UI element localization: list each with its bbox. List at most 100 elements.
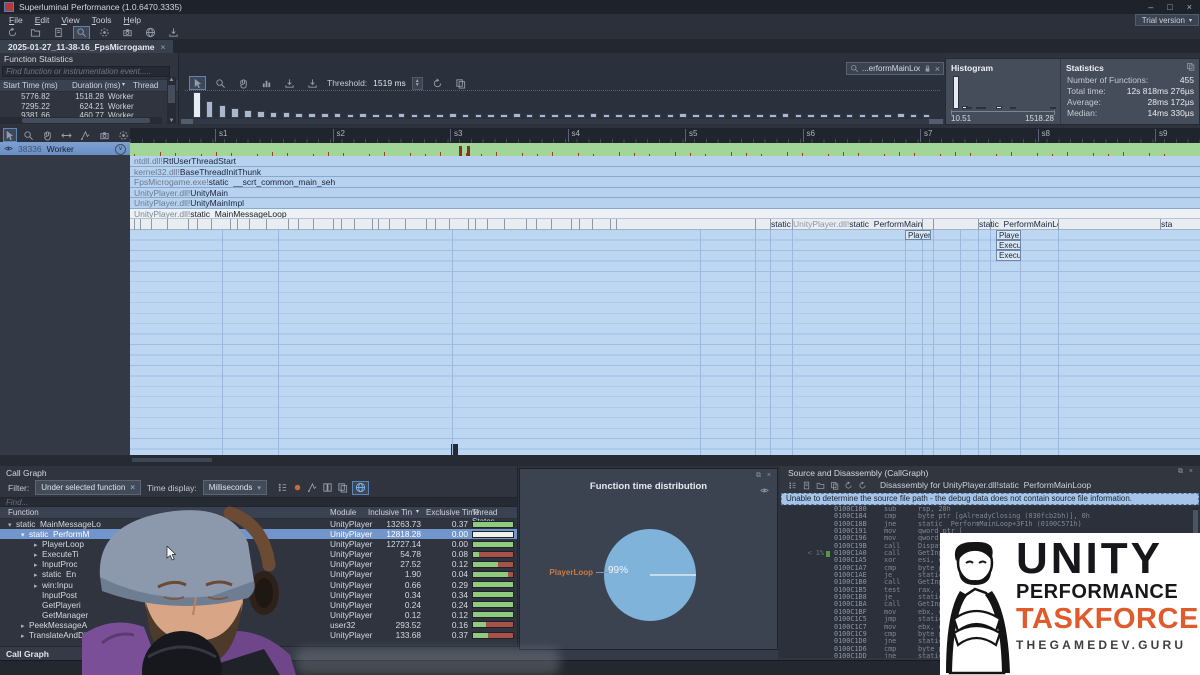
- menu-edit[interactable]: Edit: [29, 15, 56, 25]
- frame-segment[interactable]: [389, 219, 405, 230]
- histogram-bar[interactable]: [551, 114, 559, 118]
- record-icon[interactable]: [292, 482, 303, 493]
- timeline-cell[interactable]: Execu: [996, 240, 1021, 250]
- copy-icon[interactable]: [452, 76, 469, 90]
- zoom-tool-icon[interactable]: [73, 26, 90, 40]
- histogram-bar[interactable]: [654, 114, 662, 118]
- histogram-bar[interactable]: [782, 113, 790, 118]
- threshold-value[interactable]: 1519 ms: [373, 78, 406, 88]
- frame-segment[interactable]: [378, 219, 389, 230]
- eye-icon[interactable]: [760, 486, 769, 495]
- frame-segment[interactable]: [405, 219, 426, 230]
- copy-icon[interactable]: [1186, 62, 1195, 71]
- range-tool-icon[interactable]: [60, 128, 74, 142]
- time-display-dropdown[interactable]: Milliseconds ▾: [203, 480, 267, 495]
- export-icon[interactable]: [165, 26, 182, 40]
- globe-icon[interactable]: [352, 481, 369, 495]
- histogram-bar[interactable]: [500, 114, 508, 118]
- frame-segment[interactable]: [211, 219, 230, 230]
- frame-segment[interactable]: [435, 219, 449, 230]
- menu-view[interactable]: View: [55, 15, 85, 25]
- histogram-bar[interactable]: [436, 114, 444, 118]
- histogram-bar[interactable]: [769, 114, 777, 118]
- select-tool-icon[interactable]: [3, 128, 17, 142]
- zoom-tool-icon[interactable]: [212, 76, 229, 90]
- sort-icon[interactable]: [78, 128, 92, 142]
- stack-frame[interactable]: UnityPlayer.dll!UnityMainImpl: [130, 198, 1200, 209]
- screenshot-icon[interactable]: [119, 26, 136, 40]
- frame-segment[interactable]: [504, 219, 526, 230]
- column-duration[interactable]: Duration (ms): [72, 81, 120, 90]
- minimize-button[interactable]: –: [1148, 2, 1153, 12]
- frame-segment[interactable]: [571, 219, 579, 230]
- stack-frame[interactable]: UnityPlayer.dll!static MainMessageLoop: [130, 209, 1200, 220]
- frame-segment[interactable]: [449, 219, 468, 230]
- histogram-bar[interactable]: [372, 114, 380, 118]
- stack-frame[interactable]: UnityPlayer.dll!UnityMain: [130, 188, 1200, 199]
- histogram-bar[interactable]: [833, 114, 841, 118]
- stack-frame[interactable]: FpsMicrogame.exe!static __scrt_common_ma…: [130, 177, 1200, 188]
- flame-graph-icon[interactable]: [307, 482, 318, 493]
- frame-segment[interactable]: [579, 219, 592, 230]
- timeline-footer-scrollbar[interactable]: [130, 455, 1200, 466]
- histogram-bar[interactable]: [820, 114, 828, 118]
- frame-segment[interactable]: [475, 219, 487, 230]
- timeline-body[interactable]: PlayerPlayeExecuExecu: [130, 230, 1200, 456]
- panel-window-icons[interactable]: ⧉ ×: [756, 472, 773, 480]
- select-tool-icon[interactable]: [189, 76, 206, 90]
- timeline-cell[interactable]: Execu: [996, 250, 1021, 260]
- timeline-cell[interactable]: Playe: [996, 230, 1021, 240]
- frame-segment[interactable]: [266, 219, 288, 230]
- source-icon[interactable]: [788, 481, 797, 490]
- frame-segment[interactable]: [197, 219, 211, 230]
- reset-icon[interactable]: [429, 76, 446, 90]
- lock-icon[interactable]: [923, 64, 932, 73]
- menu-file[interactable]: File: [3, 15, 29, 25]
- columns-icon[interactable]: [322, 482, 333, 493]
- histogram-bar[interactable]: [295, 113, 303, 118]
- folder-icon[interactable]: [816, 481, 825, 490]
- gear-icon[interactable]: [96, 26, 113, 40]
- histogram-bar[interactable]: [423, 114, 431, 118]
- chip-close-icon[interactable]: ×: [130, 483, 135, 492]
- histogram-bar[interactable]: [846, 114, 854, 118]
- histogram-bar[interactable]: [603, 114, 611, 118]
- column-thread[interactable]: Thread: [133, 81, 158, 90]
- histogram-bar[interactable]: [590, 113, 598, 118]
- histogram-bar[interactable]: [871, 114, 879, 118]
- histogram-bar[interactable]: [283, 112, 291, 118]
- pan-tool-icon[interactable]: [41, 128, 55, 142]
- histogram-scrollbar[interactable]: [181, 119, 944, 124]
- tree-view-icon[interactable]: [277, 482, 288, 493]
- frame-segment[interactable]: [616, 219, 627, 230]
- maximize-button[interactable]: □: [1167, 2, 1172, 12]
- frame-segment[interactable]: [592, 219, 610, 230]
- histogram-bar[interactable]: [667, 114, 675, 118]
- histogram-bar[interactable]: [705, 114, 713, 118]
- collapse-thread-icon[interactable]: ∨: [115, 144, 126, 155]
- timeline-cell[interactable]: Player: [905, 230, 931, 240]
- frame-segment[interactable]: [341, 219, 354, 230]
- column-inclusive[interactable]: Inclusive Tin: [368, 508, 412, 517]
- thread-row-worker[interactable]: 38336 Worker ∨: [0, 142, 130, 155]
- trial-version-button[interactable]: Trial version ▾: [1135, 14, 1199, 26]
- time-ruler[interactable]: s1s2s3s4s5s6s7s8s9: [130, 128, 1200, 144]
- zoom-tool-icon[interactable]: [22, 128, 36, 142]
- frame-segment[interactable]: [230, 219, 237, 230]
- histogram-bar[interactable]: [462, 114, 470, 118]
- histogram-bar[interactable]: [884, 114, 892, 118]
- frame-segment[interactable]: [487, 219, 504, 230]
- histogram-bar[interactable]: [244, 110, 252, 118]
- histogram-bar[interactable]: [398, 113, 406, 118]
- screenshot-icon[interactable]: [97, 128, 111, 142]
- frame-segment[interactable]: [551, 219, 571, 230]
- doc-icon[interactable]: [802, 481, 811, 490]
- histogram-bar[interactable]: [923, 114, 931, 118]
- copy-icon[interactable]: [830, 481, 839, 490]
- stack-frame[interactable]: kernel32.dll!BaseThreadInitThunk: [130, 167, 1200, 178]
- cpu-activity-bar[interactable]: [130, 143, 1200, 156]
- tab-close-icon[interactable]: ×: [160, 42, 165, 52]
- frame-segment[interactable]: [298, 219, 313, 230]
- histogram-bar[interactable]: [449, 113, 457, 118]
- next-icon[interactable]: [858, 481, 867, 490]
